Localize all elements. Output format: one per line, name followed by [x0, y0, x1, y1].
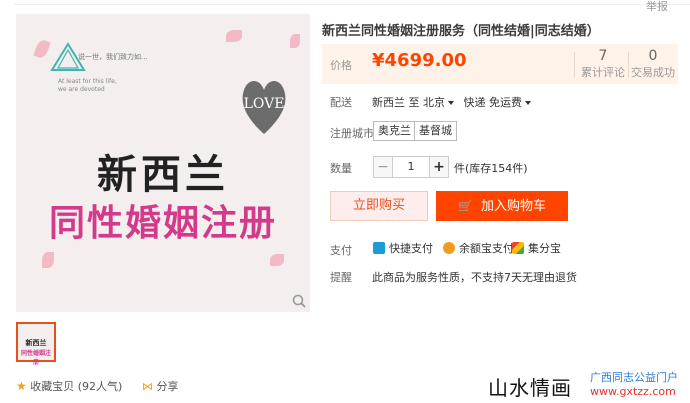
sales-label: 交易成功 [631, 66, 675, 79]
add-to-cart-label: 加入购物车 [480, 199, 546, 214]
add-to-cart-button[interactable]: 🛒 加入购物车 [436, 191, 568, 221]
ship-to-select[interactable]: 北京 [423, 96, 460, 109]
city-option-auckland[interactable]: 奥克兰 [373, 121, 416, 141]
petal-decoration [226, 30, 242, 42]
report-link[interactable]: 举报 [646, 0, 668, 14]
thumbnail-line1: 新西兰 [25, 339, 47, 347]
petal-decoration [42, 252, 54, 268]
share-button[interactable]: ⋈ 分享 [142, 378, 179, 394]
pay-method-jifenbao: 集分宝 [512, 240, 561, 256]
qty-label: 数量 [330, 162, 352, 175]
zoom-icon[interactable] [292, 294, 306, 308]
pay-label: 支付 [330, 244, 352, 257]
chevron-down-icon [448, 101, 454, 105]
qty-decrease-button[interactable]: − [373, 156, 393, 178]
qty-input[interactable]: 1 [393, 156, 429, 178]
reviews-stat[interactable]: 7 累计评论 [578, 48, 628, 80]
main-product-image[interactable]: 说一世，我们致力如... At least for this life, we … [16, 14, 310, 312]
reviews-count: 7 [598, 48, 608, 64]
chevron-down-icon [525, 101, 531, 105]
watermark-site-url: www.gxtzz.com [590, 385, 676, 398]
brand-logo-tagline: At least for this life, we are devoted [58, 78, 117, 93]
divider [574, 52, 575, 78]
reviews-label: 累计评论 [581, 66, 625, 79]
petal-decoration [270, 254, 284, 266]
city-label: 注册城市 [330, 127, 374, 140]
sales-stat: 0 交易成功 [628, 48, 678, 80]
pay-method-yuebao: 余额宝支付 [443, 240, 514, 256]
pay-method-jifenbao-label: 集分宝 [528, 242, 561, 255]
shipping-label: 配送 [330, 96, 352, 109]
brand-logo-slogan: 说一世，我们致力如... [78, 53, 148, 61]
quick-pay-icon [373, 242, 385, 254]
pay-method-quick: 快捷支付 [373, 240, 433, 256]
collect-label: 收藏宝贝 [30, 380, 75, 393]
thumbnail-line2: 同性婚姻注册 [20, 350, 51, 366]
reminder-label: 提醒 [330, 271, 352, 284]
cart-icon: 🛒 [458, 199, 473, 213]
collect-button[interactable]: ★ 收藏宝贝 (92人气) [16, 378, 122, 394]
thumbnail-image[interactable]: 新西兰 同性婚姻注册 [16, 322, 56, 366]
reminder-text: 此商品为服务性质，不支持7天无理由退货 [372, 271, 577, 284]
city-option-christchurch[interactable]: 基督城 [414, 121, 457, 141]
watermark-site: 广西同志公益门户 www.gxtzz.com [590, 371, 678, 399]
top-divider [14, 4, 690, 5]
star-icon: ★ [16, 379, 27, 393]
share-icon: ⋈ [142, 380, 153, 393]
petal-decoration [290, 34, 300, 48]
ship-to-value: 北京 [423, 96, 445, 109]
share-label: 分享 [156, 380, 179, 393]
price-value: ¥4699.00 [372, 50, 467, 71]
ship-from: 新西兰 至 [372, 96, 420, 109]
price-label: 价格 [330, 59, 352, 72]
collect-count: (92人气) [77, 380, 123, 393]
ship-method-select[interactable]: 快递 免运费 [464, 96, 538, 109]
image-title-line1: 新西兰 [97, 151, 229, 198]
product-title: 新西兰同性婚姻注册服务（同性结婚|同志结婚） [322, 24, 600, 39]
sales-count: 0 [648, 48, 658, 64]
yuebao-icon [443, 242, 455, 254]
pay-method-yuebao-label: 余额宝支付 [459, 242, 514, 255]
stock-text: 件(库存154件) [454, 162, 528, 175]
qty-increase-button[interactable]: + [429, 156, 449, 178]
petal-decoration [33, 38, 51, 60]
love-heart-art-icon: LOVE [242, 81, 286, 134]
jifenbao-icon [512, 242, 524, 254]
svg-text:LOVE: LOVE [244, 96, 285, 112]
watermark-site-name: 广西同志公益门户 [590, 371, 678, 384]
image-title-line2: 同性婚姻注册 [48, 203, 277, 244]
watermark-main: 山水情画 [488, 376, 572, 400]
price-panel: 价格 ¥4699.00 7 累计评论 0 交易成功 [322, 44, 678, 84]
quantity-stepper: − 1 + [373, 156, 449, 178]
buy-now-button[interactable]: 立即购买 [330, 191, 428, 221]
ship-method-value: 快递 免运费 [463, 96, 523, 109]
pay-method-quick-label: 快捷支付 [389, 242, 433, 255]
